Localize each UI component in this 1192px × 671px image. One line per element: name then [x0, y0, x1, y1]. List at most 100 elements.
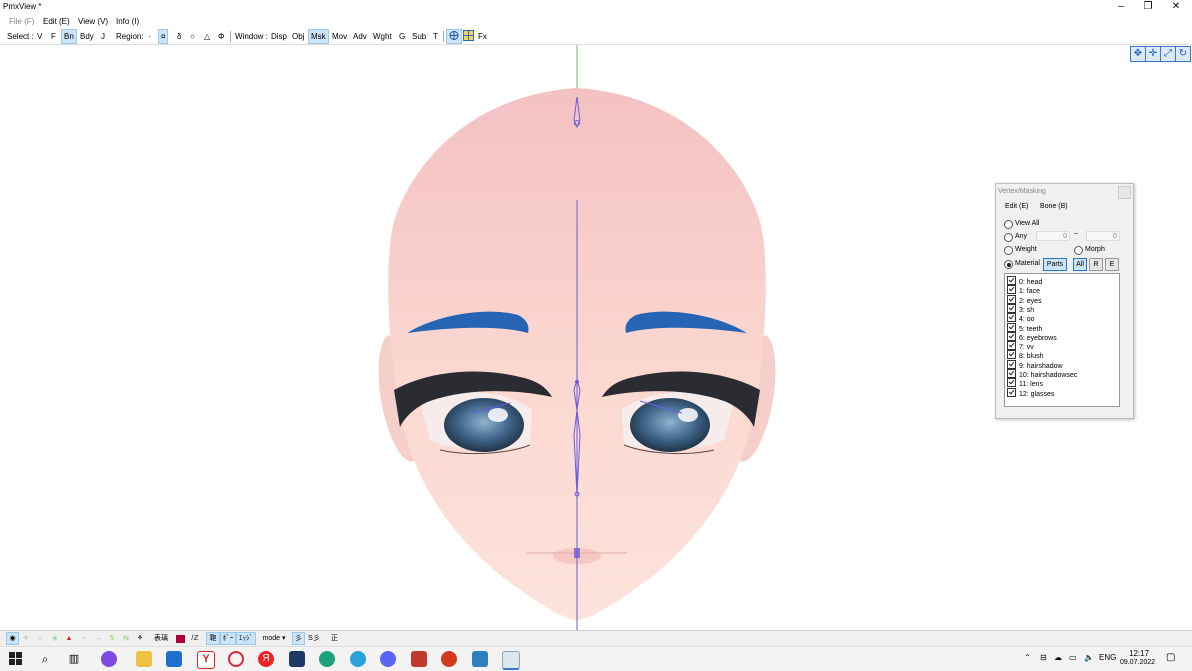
tray-app-icon[interactable]: ⊟: [1040, 653, 1047, 662]
material-item[interactable]: 10: hairshadowsec: [1007, 369, 1077, 379]
light-icon[interactable]: ☀: [21, 633, 31, 644]
tray-chevron-icon[interactable]: ⌃: [1024, 653, 1031, 662]
grid-icon[interactable]: [461, 30, 475, 43]
e-button[interactable]: E: [1105, 258, 1119, 271]
window-obj-button[interactable]: Obj: [290, 30, 306, 43]
task-view-icon[interactable]: ▥: [66, 651, 82, 667]
material-checkbox[interactable]: [1007, 341, 1016, 351]
select-v-button[interactable]: V: [35, 30, 44, 43]
pmx-editor-icon[interactable]: [472, 651, 488, 667]
color-swatch-icon[interactable]: [176, 635, 185, 643]
globe-icon[interactable]: [446, 29, 462, 44]
window-t-button[interactable]: T: [431, 30, 440, 43]
material-checkbox[interactable]: [1007, 359, 1016, 369]
all-button[interactable]: All: [1073, 258, 1087, 271]
region-triangle-button[interactable]: △: [202, 30, 212, 43]
material-checkbox[interactable]: [1007, 387, 1016, 397]
menu-info[interactable]: Info (I): [116, 17, 139, 26]
material-item[interactable]: 9: hairshadow: [1007, 359, 1063, 370]
volume-icon[interactable]: 🔈: [1084, 653, 1094, 662]
material-checkbox[interactable]: [1007, 369, 1016, 378]
mode-dropdown[interactable]: mode ▾: [260, 633, 288, 644]
bottom-button-6[interactable]: 彡: [292, 632, 305, 645]
region-rect-button[interactable]: ¤: [158, 29, 169, 44]
opera-icon[interactable]: [228, 651, 244, 667]
menu-edit[interactable]: Edit (E): [43, 17, 70, 26]
window-adv-button[interactable]: Adv: [351, 30, 369, 43]
material-item[interactable]: 0: head: [1007, 276, 1042, 286]
vpn-icon[interactable]: [289, 651, 305, 667]
menu-file[interactable]: File (F): [9, 17, 34, 26]
physics-icon[interactable]: ⚘: [135, 633, 145, 644]
material-checkbox[interactable]: [1007, 350, 1016, 360]
minimize-icon[interactable]: –: [1107, 0, 1135, 14]
window-g-button[interactable]: G: [397, 30, 407, 43]
discord-icon[interactable]: [380, 651, 396, 667]
mail-icon[interactable]: [166, 651, 182, 667]
material-item[interactable]: 8: blush: [1007, 350, 1044, 360]
r-button[interactable]: R: [1089, 258, 1103, 271]
close-icon[interactable]: ✕: [1162, 0, 1190, 14]
zoom-view-icon[interactable]: ⤢: [1160, 46, 1176, 62]
telegram-icon[interactable]: [350, 651, 366, 667]
up-down-icon[interactable]: ⇅: [107, 633, 117, 644]
window-mov-button[interactable]: Mov: [330, 30, 349, 43]
panel-menu-edit[interactable]: Edit (E): [1005, 203, 1028, 210]
morph-radio[interactable]: [1074, 246, 1083, 255]
material-checkbox[interactable]: [1007, 331, 1016, 341]
folder-icon[interactable]: [136, 651, 152, 667]
window-sub-button[interactable]: Sub: [410, 30, 428, 43]
panel-close-button[interactable]: [1118, 186, 1131, 199]
material-item[interactable]: 12: glasses: [1007, 387, 1054, 398]
select-bn-button[interactable]: Bn: [61, 29, 77, 44]
material-item[interactable]: 2: eyes: [1007, 294, 1042, 305]
cloud-icon[interactable]: ☁: [1054, 653, 1062, 662]
bottom-button-8[interactable]: 正: [329, 633, 340, 644]
any-radio[interactable]: [1004, 233, 1013, 242]
bottom-button-2[interactable]: /ℤ: [189, 633, 201, 644]
paint-tool-icon[interactable]: [441, 651, 457, 667]
parts-button[interactable]: Parts: [1043, 258, 1067, 271]
material-item[interactable]: 11: lens: [1007, 378, 1043, 388]
triangle-icon[interactable]: ▲: [64, 633, 74, 644]
material-radio[interactable]: [1004, 260, 1013, 269]
bottom-button-5[interactable]: ｴｯｼﾞ: [236, 632, 256, 645]
view-all-radio[interactable]: [1004, 220, 1013, 229]
select-f-button[interactable]: F: [49, 30, 58, 43]
swap-icon[interactable]: ⇆: [121, 633, 131, 644]
rotate-view-icon[interactable]: ↻: [1175, 46, 1191, 62]
material-item[interactable]: 4: oo: [1007, 313, 1035, 323]
clock-date[interactable]: 09.07.2022: [1120, 659, 1155, 666]
material-item[interactable]: 1: face: [1007, 285, 1040, 295]
material-item[interactable]: 3: sh: [1007, 303, 1034, 314]
region-lasso-button[interactable]: δ: [175, 30, 183, 43]
windows-start-icon[interactable]: [8, 651, 24, 667]
material-checkbox[interactable]: [1007, 303, 1016, 313]
pan-view-icon[interactable]: ✛: [1145, 46, 1161, 62]
edge-icon[interactable]: ◈: [50, 633, 60, 644]
battery-icon[interactable]: ▭: [1069, 653, 1077, 662]
edge-browser-icon[interactable]: [319, 651, 335, 667]
arrow-icon[interactable]: →: [93, 633, 103, 644]
material-checkbox[interactable]: [1007, 285, 1016, 295]
clock-time[interactable]: 12:17: [1129, 649, 1149, 658]
fx-button[interactable]: Fx: [476, 30, 489, 43]
notifications-icon[interactable]: ▢: [1166, 652, 1175, 663]
any-from-field[interactable]: 0: [1036, 231, 1070, 241]
bottom-button-7[interactable]: S彡: [307, 633, 321, 644]
bottom-button-3[interactable]: 鞄: [206, 632, 220, 645]
bottom-button-4[interactable]: ﾎﾞｰ: [220, 632, 236, 645]
material-checkbox[interactable]: [1007, 276, 1016, 285]
panel-menu-bone[interactable]: Bone (B): [1040, 203, 1068, 210]
region-dot-button[interactable]: ·: [146, 30, 153, 43]
menu-view[interactable]: View (V): [78, 17, 108, 26]
any-to-field[interactable]: 0: [1086, 231, 1120, 241]
face-icon[interactable]: ☺: [35, 633, 45, 644]
pmxview-app-icon[interactable]: [502, 651, 520, 670]
material-item[interactable]: 6: eyebrows: [1007, 331, 1057, 342]
window-msk-button[interactable]: Msk: [308, 29, 329, 44]
yandex-icon[interactable]: Y: [197, 651, 215, 669]
select-j-button[interactable]: J: [99, 30, 107, 43]
move-view-icon[interactable]: ✥: [1130, 46, 1146, 62]
material-item[interactable]: 7: vv: [1007, 341, 1034, 351]
